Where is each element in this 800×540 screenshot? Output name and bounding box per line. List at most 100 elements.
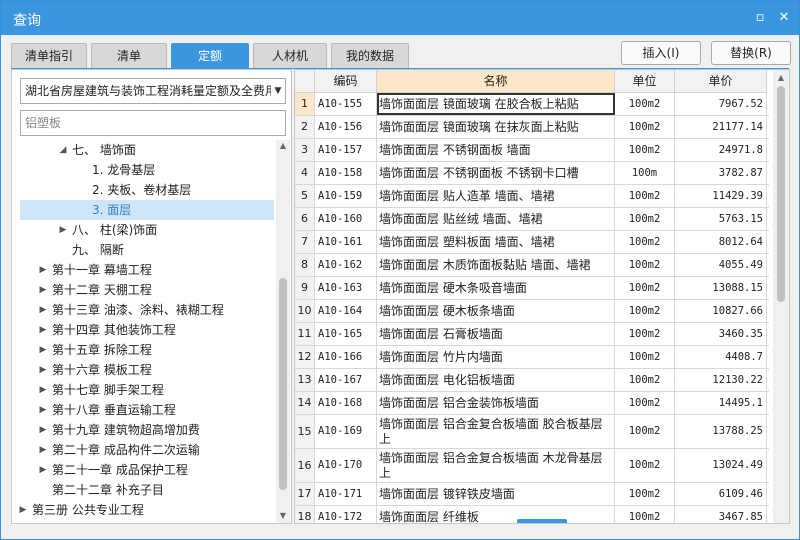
code-cell[interactable]: A10-171 [315,483,377,505]
tree-node[interactable]: 九、 隔断 [12,240,274,260]
table-row[interactable]: 11 A10-165 墙饰面面层 石膏板墙面 100m2 3460.35 [295,323,769,346]
table-scrollbar[interactable]: ▲ [773,70,789,523]
expand-arrow-icon[interactable]: ▶ [38,440,48,460]
unit-cell[interactable]: 100m2 [615,323,675,345]
column-header-name[interactable]: 名称 [377,70,615,93]
expand-arrow-icon[interactable]: ▶ [58,220,68,240]
name-cell[interactable]: 墙饰面面层 贴丝绒 墙面、墙裙 [377,208,615,230]
table-row[interactable]: 4 A10-158 墙饰面面层 不锈钢面板 不锈钢卡口槽 100m 3782.87 [295,162,769,185]
name-cell[interactable]: 墙饰面面层 铝合金复合板墙面 木龙骨基层上 [377,449,615,482]
scroll-up-icon[interactable]: ▲ [278,140,288,152]
collapse-arrow-icon[interactable]: ◢ [58,140,68,160]
unit-cell[interactable]: 100m2 [615,415,675,448]
price-cell[interactable]: 14495.1 [675,392,767,414]
table-row[interactable]: 2 A10-156 墙饰面面层 镜面玻璃 在抹灰面上粘贴 100m2 21177.14 [295,116,769,139]
expand-arrow-icon[interactable]: ▶ [18,500,28,520]
price-cell[interactable]: 5763.15 [675,208,767,230]
price-cell[interactable]: 3782.87 [675,162,767,184]
code-cell[interactable]: A10-155 [315,93,377,115]
column-header-unit[interactable]: 单位 [615,70,675,93]
table-row[interactable]: 8 A10-162 墙饰面面层 木质饰面板黏贴 墙面、墙裙 100m2 4055.49 [295,254,769,277]
unit-cell[interactable]: 100m2 [615,392,675,414]
price-cell[interactable]: 10827.66 [675,300,767,322]
tree-node[interactable]: ▶ 第十三章 油漆、涂料、裱糊工程 [12,300,274,320]
price-cell[interactable]: 4055.49 [675,254,767,276]
column-header-price[interactable]: 单价 [675,70,767,93]
name-cell[interactable]: 墙饰面面层 铝合金复合板墙面 胶合板基层上 [377,415,615,448]
unit-cell[interactable]: 100m2 [615,254,675,276]
table-row[interactable]: 6 A10-160 墙饰面面层 贴丝绒 墙面、墙裙 100m2 5763.15 [295,208,769,231]
tree-node[interactable]: ▶ 八、 柱(梁)饰面 [12,220,274,240]
tree-node[interactable]: 第二十二章 补充子目 [12,480,274,500]
price-cell[interactable]: 12130.22 [675,369,767,391]
tab-labor-material-machine[interactable]: 人材机 [253,43,327,69]
name-cell[interactable]: 墙饰面面层 塑料板面 墙面、墙裙 [377,231,615,253]
expand-arrow-icon[interactable]: ▶ [38,380,48,400]
unit-cell[interactable]: 100m [615,162,675,184]
name-cell[interactable]: 墙饰面面层 竹片内墙面 [377,346,615,368]
search-input[interactable] [20,110,286,136]
table-row[interactable]: 16 A10-170 墙饰面面层 铝合金复合板墙面 木龙骨基层上 100m2 13024… [295,449,769,483]
name-cell[interactable]: 墙饰面面层 贴人造革 墙面、墙裙 [377,185,615,207]
tree-node[interactable]: ▶ 第十九章 建筑物超高增加费 [12,420,274,440]
code-cell[interactable]: A10-159 [315,185,377,207]
tree-node[interactable]: ▶ 第十二章 天棚工程 [12,280,274,300]
tab-bill-guide[interactable]: 清单指引 [11,43,87,69]
unit-cell[interactable]: 100m2 [615,483,675,505]
price-cell[interactable]: 13024.49 [675,449,767,482]
expand-arrow-icon[interactable]: ▶ [38,460,48,480]
code-cell[interactable]: A10-157 [315,139,377,161]
unit-cell[interactable]: 100m2 [615,369,675,391]
tree-node[interactable]: ▶ 第四册 此册暂不工程 [12,520,274,523]
tree-node[interactable]: ▶ 第二十一章 成品保护工程 [12,460,274,480]
name-cell[interactable]: 墙饰面面层 木质饰面板黏贴 墙面、墙裙 [377,254,615,276]
maximize-icon[interactable]: ▫ [751,9,769,27]
name-cell[interactable]: 墙饰面面层 铝合金装饰板墙面 [377,392,615,414]
table-row[interactable]: 15 A10-169 墙饰面面层 铝合金复合板墙面 胶合板基层上 100m2 13788… [295,415,769,449]
table-row[interactable]: 7 A10-161 墙饰面面层 塑料板面 墙面、墙裙 100m2 8012.64 [295,231,769,254]
tree-node[interactable]: ▶ 第十一章 幕墙工程 [12,260,274,280]
tree-node[interactable]: ▶ 第十五章 拆除工程 [12,340,274,360]
unit-cell[interactable]: 100m2 [615,185,675,207]
name-cell[interactable]: 墙饰面面层 电化铝板墙面 [377,369,615,391]
name-cell[interactable]: 墙饰面面层 镀锌铁皮墙面 [377,483,615,505]
close-icon[interactable]: ✕ [775,9,793,27]
name-cell[interactable]: 墙饰面面层 不锈钢面板 不锈钢卡口槽 [377,162,615,184]
replace-button[interactable]: 替换(R) [711,41,791,65]
price-cell[interactable]: 7967.52 [675,93,767,115]
tree-node[interactable]: ▶ 第十八章 垂直运输工程 [12,400,274,420]
price-cell[interactable]: 6109.46 [675,483,767,505]
tree-node[interactable]: ▶ 第十六章 模板工程 [12,360,274,380]
price-cell[interactable]: 13088.15 [675,277,767,299]
code-cell[interactable]: A10-160 [315,208,377,230]
unit-cell[interactable]: 100m2 [615,300,675,322]
tree-scroll-thumb[interactable] [279,278,287,490]
code-cell[interactable]: A10-164 [315,300,377,322]
code-cell[interactable]: A10-161 [315,231,377,253]
chevron-down-icon[interactable]: ▼ [271,79,285,103]
code-cell[interactable]: A10-167 [315,369,377,391]
expand-arrow-icon[interactable]: ▶ [38,280,48,300]
tab-my-data[interactable]: 我的数据 [331,43,409,69]
expand-arrow-icon[interactable]: ▶ [18,520,28,523]
expand-arrow-icon[interactable]: ▶ [38,320,48,340]
expand-arrow-icon[interactable]: ▶ [38,420,48,440]
tree-scrollbar[interactable]: ▲ ▼ [276,140,290,523]
code-cell[interactable]: A10-166 [315,346,377,368]
table-row[interactable]: 17 A10-171 墙饰面面层 镀锌铁皮墙面 100m2 6109.46 [295,483,769,506]
expand-handle[interactable] [517,519,567,523]
tree-node[interactable]: 1. 龙骨基层 [12,160,274,180]
unit-cell[interactable]: 100m2 [615,116,675,138]
tree-node[interactable]: ◢ 七、 墙饰面 [12,140,274,160]
code-cell[interactable]: A10-170 [315,449,377,482]
expand-arrow-icon[interactable]: ▶ [38,360,48,380]
tree-node[interactable]: ▶ 第十四章 其他装饰工程 [12,320,274,340]
code-cell[interactable]: A10-162 [315,254,377,276]
name-cell[interactable]: 墙饰面面层 石膏板墙面 [377,323,615,345]
name-cell[interactable]: 墙饰面面层 镜面玻璃 在胶合板上粘贴 [377,93,615,115]
table-row[interactable]: 10 A10-164 墙饰面面层 硬木板条墙面 100m2 10827.66 [295,300,769,323]
price-cell[interactable]: 4408.7 [675,346,767,368]
table-row[interactable]: 14 A10-168 墙饰面面层 铝合金装饰板墙面 100m2 14495.1 [295,392,769,415]
unit-cell[interactable]: 100m2 [615,208,675,230]
table-row[interactable]: 13 A10-167 墙饰面面层 电化铝板墙面 100m2 12130.22 [295,369,769,392]
